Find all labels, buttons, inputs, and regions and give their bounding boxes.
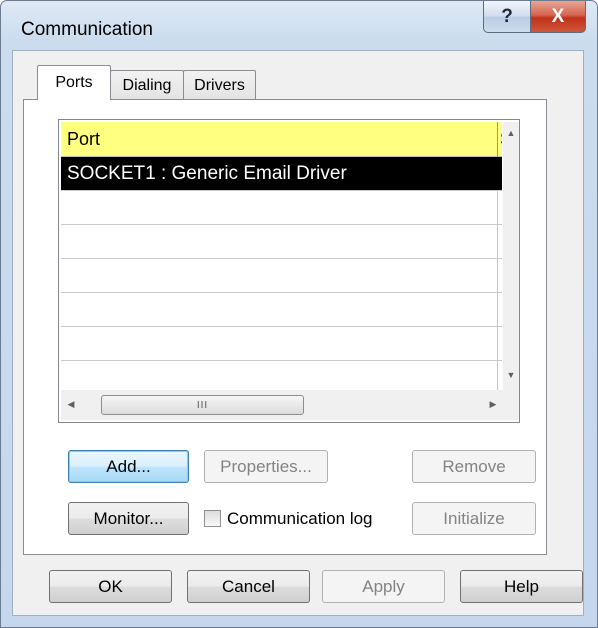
cancel-button[interactable]: Cancel <box>187 570 310 603</box>
list-row[interactable] <box>61 293 502 327</box>
grip-icon: III <box>196 399 209 411</box>
properties-button[interactable]: Properties... <box>204 450 328 483</box>
list-row-selected[interactable]: SOCKET1 : Generic Email Driver <box>61 157 502 191</box>
initialize-button[interactable]: Initialize <box>412 502 536 535</box>
monitor-button[interactable]: Monitor... <box>68 502 189 535</box>
scrollbar-corner <box>503 390 519 420</box>
column-divider[interactable] <box>497 122 498 157</box>
list-row[interactable] <box>61 259 502 293</box>
column-header-port[interactable]: Port <box>67 129 100 150</box>
list-row-text: SOCKET1 : Generic Email Driver <box>67 163 347 184</box>
ports-list-viewport: Port S SOCKET1 : Generic Email Driver <box>61 122 502 390</box>
scroll-down-arrow-icon[interactable]: ▼ <box>503 370 519 380</box>
tab-dialing[interactable]: Dialing <box>110 70 184 100</box>
apply-button[interactable]: Apply <box>322 570 445 603</box>
scroll-left-arrow-icon[interactable]: ◀ <box>63 399 79 410</box>
row-divider <box>497 259 498 293</box>
vertical-scrollbar[interactable]: ▲ ▼ <box>503 122 519 390</box>
row-divider <box>497 225 498 259</box>
ok-button[interactable]: OK <box>49 570 172 603</box>
row-divider <box>497 293 498 327</box>
row-divider <box>497 191 498 225</box>
list-header: Port S <box>61 122 502 157</box>
ports-list[interactable]: Port S SOCKET1 : Generic Email Driver ▲ … <box>58 119 520 423</box>
window-title: Communication <box>21 19 153 40</box>
scroll-up-arrow-icon[interactable]: ▲ <box>503 128 519 138</box>
horizontal-scroll-thumb[interactable]: III <box>101 395 304 415</box>
tab-drivers[interactable]: Drivers <box>183 70 256 100</box>
help-button[interactable]: Help <box>460 570 583 603</box>
horizontal-scrollbar[interactable]: ◀ III ▶ <box>61 390 503 420</box>
list-row[interactable] <box>61 361 502 390</box>
title-help-button[interactable]: ? <box>483 1 531 33</box>
communication-log-label[interactable]: Communication log <box>227 509 373 529</box>
list-row[interactable] <box>61 191 502 225</box>
communication-log-checkbox[interactable] <box>204 510 221 527</box>
tab-ports[interactable]: Ports <box>37 65 111 100</box>
add-button[interactable]: Add... <box>68 450 189 483</box>
row-divider <box>497 327 498 361</box>
row-divider <box>497 361 498 390</box>
list-row[interactable] <box>61 327 502 361</box>
list-row[interactable] <box>61 225 502 259</box>
title-close-button[interactable]: X <box>530 1 586 33</box>
close-icon: X <box>551 6 565 27</box>
column-header-second[interactable]: S <box>500 129 502 150</box>
question-icon: ? <box>501 6 513 27</box>
remove-button[interactable]: Remove <box>412 450 536 483</box>
scroll-right-arrow-icon[interactable]: ▶ <box>485 399 501 410</box>
